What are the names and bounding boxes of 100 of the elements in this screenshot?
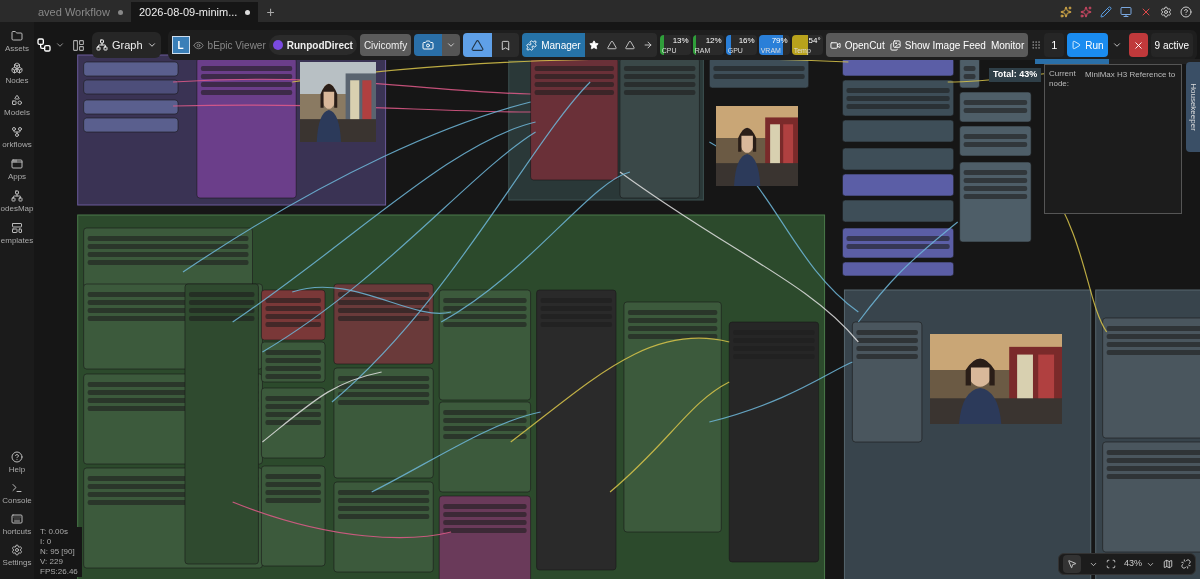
graph-node[interactable] — [333, 283, 434, 365]
graph-node[interactable] — [261, 465, 326, 567]
sidebar-label[interactable]: Nodes — [0, 76, 34, 85]
pencil-icon[interactable] — [1100, 6, 1112, 18]
graph-node[interactable] — [438, 495, 531, 579]
graph-node[interactable] — [842, 261, 954, 277]
keyboard-icon[interactable] — [11, 513, 23, 525]
graph-node[interactable] — [1102, 441, 1200, 553]
nodes-icon[interactable] — [11, 62, 23, 74]
graph-node[interactable] — [83, 61, 179, 77]
active-queue-button[interactable]: 9 active — [1150, 33, 1194, 57]
graph-node[interactable] — [852, 321, 923, 443]
graph-node[interactable] — [83, 99, 179, 115]
runpod-button[interactable]: RunpodDirect — [268, 35, 357, 55]
workflow-tab[interactable]: 2026-08-09-minim... — [130, 2, 259, 22]
layout-icon[interactable] — [72, 38, 85, 52]
graph-node[interactable] — [959, 91, 1032, 123]
progress-total: Total: 43% — [989, 68, 1042, 82]
graph-node[interactable] — [842, 119, 954, 143]
graph-node[interactable] — [728, 321, 819, 563]
graph-node[interactable] — [842, 227, 954, 259]
sidebar-label[interactable]: Models — [0, 108, 34, 117]
sidebar-label[interactable]: Assets — [0, 44, 34, 53]
sidebar-label[interactable]: odesMap — [0, 204, 34, 213]
zoom-dropdown[interactable]: 43% — [1124, 557, 1155, 571]
graph-node[interactable] — [959, 161, 1032, 243]
graph-node[interactable] — [83, 117, 179, 133]
select-tool-button[interactable] — [1063, 555, 1081, 573]
graph-node[interactable] — [1102, 317, 1200, 439]
map-icon[interactable] — [1163, 559, 1173, 569]
folder-icon[interactable] — [11, 30, 23, 42]
graph-node[interactable] — [261, 289, 326, 341]
graph-node[interactable] — [438, 401, 531, 493]
camera-button[interactable] — [414, 34, 443, 56]
link-icon[interactable] — [1181, 559, 1191, 569]
sidebar-label[interactable]: emplates — [0, 236, 34, 245]
graph-node[interactable] — [438, 289, 531, 401]
settings-icon[interactable] — [11, 544, 23, 556]
image-feed-button[interactable]: Show Image Feed — [889, 37, 986, 53]
workflow-icon[interactable] — [11, 126, 23, 138]
meter-reading: 13% — [672, 36, 689, 45]
monitor-button[interactable]: Monitor — [990, 37, 1025, 53]
app-window-icon[interactable] — [11, 158, 23, 170]
terminal-icon[interactable] — [11, 482, 23, 494]
graph-node[interactable] — [536, 289, 617, 571]
graph-node[interactable] — [530, 57, 619, 181]
network-icon[interactable] — [11, 190, 23, 202]
graph-node[interactable] — [196, 57, 297, 199]
graph-node[interactable] — [842, 79, 954, 117]
sidebar-label[interactable]: Console — [0, 496, 34, 505]
sidebar-label[interactable]: orkflows — [0, 140, 34, 149]
sidebar-label[interactable]: Apps — [0, 172, 34, 181]
graph-node[interactable] — [959, 57, 980, 89]
graph-node[interactable] — [83, 79, 179, 95]
logo-button[interactable] — [463, 33, 493, 57]
graph-node[interactable] — [333, 481, 434, 573]
logo-icon[interactable] — [36, 37, 52, 53]
sidebar-label[interactable]: Help — [0, 465, 34, 474]
stat-text: FPS:26.46 — [40, 567, 78, 577]
graph-node[interactable] — [184, 283, 259, 565]
caret-button[interactable] — [442, 34, 461, 56]
side-panel-label[interactable]: Housekeeper — [1187, 83, 1199, 131]
graph-node[interactable] — [333, 367, 434, 479]
graph-dropdown[interactable]: Graph — [92, 32, 161, 58]
graph-node[interactable] — [842, 147, 954, 171]
graph-node[interactable] — [623, 301, 722, 533]
graph-node[interactable] — [709, 57, 809, 89]
settings-icon[interactable] — [1160, 6, 1172, 18]
graph-node[interactable] — [261, 387, 326, 459]
new-tab-button[interactable]: + — [258, 2, 283, 22]
graph-node[interactable] — [842, 173, 954, 197]
cancel-button[interactable] — [1128, 33, 1148, 57]
shapes-icon[interactable] — [11, 94, 23, 106]
sparkle-icon[interactable] — [1060, 6, 1072, 18]
civicomfy-button[interactable]: Civicomfy — [359, 34, 412, 56]
workflow-tab[interactable]: aved Workflow — [30, 2, 131, 22]
graph-icon — [96, 39, 108, 51]
fit-view-icon[interactable] — [1106, 559, 1116, 569]
opencut-button[interactable]: OpenCut — [829, 37, 885, 53]
help-icon[interactable] — [1180, 6, 1192, 18]
sidebar-label[interactable]: hortcuts — [0, 527, 34, 536]
graph-node[interactable] — [842, 199, 954, 223]
queue-count-field[interactable]: 1 — [1044, 33, 1065, 57]
viewer-button[interactable]: bEpic Viewer — [192, 37, 266, 53]
template-icon[interactable] — [11, 222, 23, 234]
help-icon[interactable] — [11, 451, 23, 463]
caret-icon[interactable] — [55, 40, 65, 50]
drag-handle-icon[interactable] — [1031, 40, 1042, 50]
graph-node[interactable] — [619, 57, 700, 199]
graph-node[interactable] — [959, 125, 1032, 157]
viewer-badge[interactable]: L — [171, 36, 190, 54]
side-panel-tab[interactable]: Housekeeper — [1186, 62, 1200, 152]
monitor-icon[interactable] — [1120, 6, 1132, 18]
triangle-icon — [624, 40, 635, 50]
sparkle-icon[interactable] — [1080, 6, 1092, 18]
close-icon[interactable] — [1140, 6, 1152, 18]
bookmark-button[interactable] — [492, 33, 520, 57]
manager-button[interactable]: Manager — [522, 33, 585, 57]
sidebar-label[interactable]: Settings — [0, 558, 34, 567]
graph-node[interactable] — [261, 341, 326, 383]
